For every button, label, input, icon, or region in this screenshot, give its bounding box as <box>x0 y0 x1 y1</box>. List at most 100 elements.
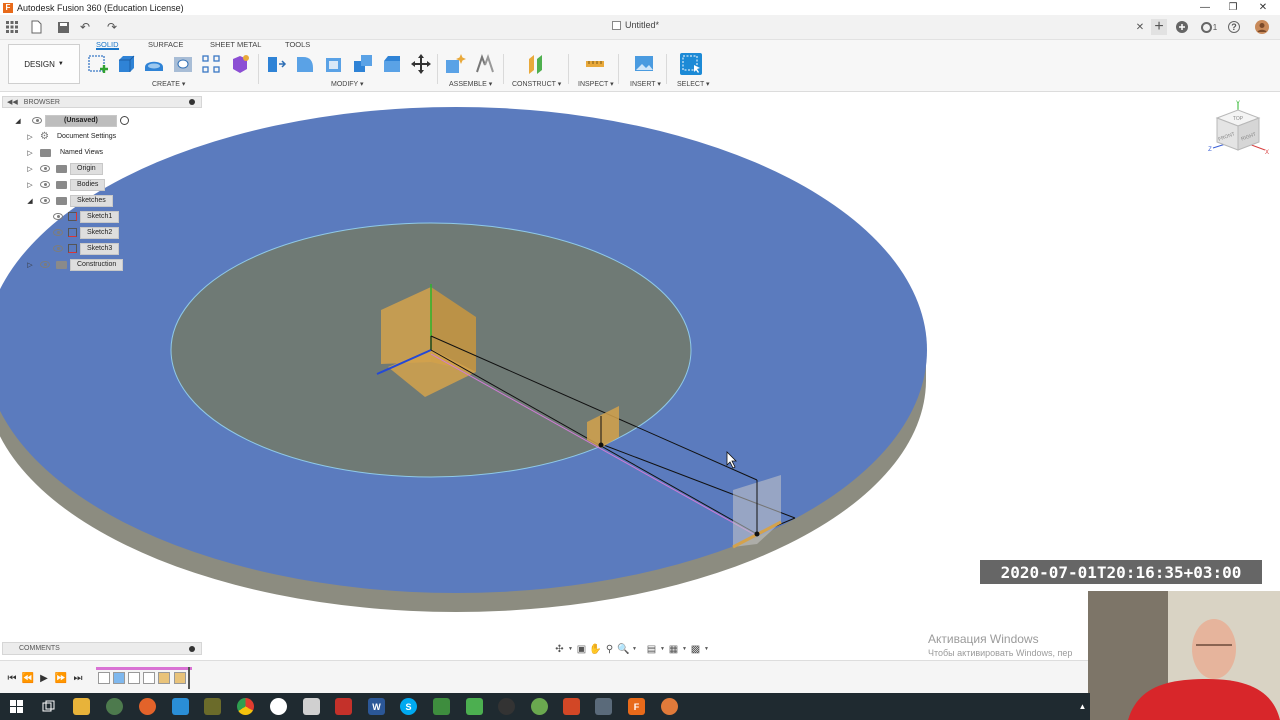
new-tab-button[interactable]: + <box>1151 18 1167 35</box>
chevron-down-icon[interactable]: ▼ <box>568 644 573 655</box>
user-avatar-icon[interactable] <box>1254 19 1270 35</box>
tab-surface[interactable]: SURFACE <box>148 40 183 50</box>
close-button[interactable]: ✕ <box>1248 0 1278 15</box>
calculator-icon[interactable] <box>303 698 320 715</box>
tab-tools[interactable]: TOOLS <box>285 40 310 50</box>
expand-triangle-icon[interactable]: ▷ <box>26 165 34 173</box>
tree-item-sketch3[interactable]: Sketch3 <box>50 242 120 255</box>
browser-header[interactable]: ◀◀ BROWSER <box>2 96 202 108</box>
display-settings-icon[interactable]: ▤ <box>646 644 657 655</box>
revolve-icon[interactable] <box>143 53 165 75</box>
press-pull-icon[interactable] <box>265 53 287 75</box>
pan-hand-icon[interactable]: ✋ <box>589 644 601 655</box>
tab-sheet-metal[interactable]: SHEET METAL <box>210 40 261 50</box>
help-icon[interactable]: ? <box>1228 21 1240 33</box>
collapse-triangle-icon[interactable]: ◢ <box>14 117 22 125</box>
tree-item-sketch2[interactable]: Sketch2 <box>50 226 120 239</box>
restore-button[interactable]: ❐ <box>1218 0 1248 15</box>
offset-plane-icon[interactable] <box>525 53 547 75</box>
select-menu[interactable]: SELECT ▾ <box>677 80 710 88</box>
tab-close-button[interactable]: ✕ <box>1132 19 1148 35</box>
fillet-icon[interactable] <box>294 53 316 75</box>
insert-menu[interactable]: INSERT ▾ <box>630 80 661 88</box>
data-panel-grid-icon[interactable] <box>4 19 20 35</box>
chrome-icon[interactable] <box>237 698 254 715</box>
chevron-down-icon[interactable]: ▼ <box>682 644 687 655</box>
visibility-eye-icon[interactable] <box>53 229 63 236</box>
construct-menu[interactable]: CONSTRUCT ▾ <box>512 80 561 88</box>
save-icon[interactable] <box>55 19 71 35</box>
move-copy-icon[interactable] <box>410 53 432 75</box>
app-globe-icon[interactable] <box>106 698 123 715</box>
extrude-icon[interactable] <box>115 53 137 75</box>
tab-solid[interactable]: SOLID <box>96 40 119 50</box>
go-to-start-icon[interactable]: ⏮ <box>6 672 18 684</box>
document-tab[interactable]: Untitled* <box>612 20 659 30</box>
visibility-eye-icon[interactable] <box>53 245 63 252</box>
timeline-plane-feature[interactable] <box>158 672 170 684</box>
tree-item-named-views[interactable]: ▷ Named Views <box>26 146 103 159</box>
grid-snaps-icon[interactable]: ▦ <box>668 644 679 655</box>
minimize-button[interactable]: — <box>1190 0 1220 15</box>
create-sketch-icon[interactable] <box>87 53 109 75</box>
tree-item-document-settings[interactable]: ▷ ⚙ Document Settings <box>26 130 116 143</box>
create-menu[interactable]: CREATE ▾ <box>152 80 185 88</box>
pattern-icon[interactable] <box>200 53 222 75</box>
app-globe2-icon[interactable] <box>531 698 548 715</box>
visibility-eye-icon[interactable] <box>40 165 50 172</box>
tree-item-sketches[interactable]: ◢ Sketches <box>26 194 113 207</box>
go-to-end-icon[interactable]: ⏭ <box>72 672 84 684</box>
file-menu-icon[interactable] <box>28 19 44 35</box>
tree-item-origin[interactable]: ▷ Origin <box>26 162 103 175</box>
task-view-icon[interactable] <box>40 698 57 715</box>
orbit-icon[interactable]: ✣ <box>554 644 565 655</box>
tree-item-construction[interactable]: ▷ Construction <box>26 258 124 271</box>
job-status-icon[interactable]: 1 <box>1198 19 1220 35</box>
step-back-icon[interactable]: ⏪ <box>22 672 34 684</box>
app-green-icon[interactable] <box>466 698 483 715</box>
inspect-menu[interactable]: INSPECT ▾ <box>578 80 614 88</box>
expand-triangle-icon[interactable]: ▷ <box>26 261 34 269</box>
tree-item-root[interactable]: ◢ (Unsaved) <box>14 114 129 127</box>
tree-item-bodies[interactable]: ▷ Bodies <box>26 178 106 191</box>
chevron-down-icon[interactable]: ▼ <box>704 644 709 655</box>
file-explorer-icon[interactable] <box>73 698 90 715</box>
timeline-sketch-feature[interactable] <box>143 672 155 684</box>
measure-icon[interactable] <box>584 53 606 75</box>
zoom-icon[interactable]: ⚲ <box>604 644 615 655</box>
joint-icon[interactable] <box>474 53 496 75</box>
app-window-icon[interactable] <box>595 698 612 715</box>
timeline-plane-feature[interactable] <box>174 672 186 684</box>
word-icon[interactable]: W <box>368 698 385 715</box>
collapse-panel-icon[interactable]: ◀◀ <box>7 98 18 106</box>
modify-menu[interactable]: MODIFY ▾ <box>331 80 364 88</box>
app-android-icon[interactable] <box>433 698 450 715</box>
app-media-icon[interactable] <box>270 698 287 715</box>
timeline-marker[interactable] <box>188 667 190 689</box>
step-forward-icon[interactable]: ⏩ <box>55 672 67 684</box>
redo-icon[interactable]: ↷ <box>104 19 120 35</box>
pdf-reader-icon[interactable] <box>335 698 352 715</box>
app-orange-icon[interactable] <box>661 698 678 715</box>
shell-icon[interactable] <box>323 53 345 75</box>
comments-panel[interactable]: COMMENTS <box>2 642 202 655</box>
look-at-icon[interactable]: ▣ <box>576 644 587 655</box>
hole-icon[interactable] <box>172 53 194 75</box>
app-pen-icon[interactable] <box>204 698 221 715</box>
pin-icon[interactable] <box>189 99 195 105</box>
timeline-sketch-feature[interactable] <box>128 672 140 684</box>
add-comment-icon[interactable] <box>189 645 195 652</box>
viewports-icon[interactable]: ▩ <box>690 644 701 655</box>
timeline-track[interactable] <box>96 667 194 689</box>
visibility-eye-icon[interactable] <box>40 261 50 268</box>
collapse-triangle-icon[interactable]: ◢ <box>26 197 34 205</box>
insert-image-icon[interactable] <box>633 53 655 75</box>
visibility-eye-icon[interactable] <box>53 213 63 220</box>
skype-icon[interactable]: S <box>400 698 417 715</box>
app-dark-icon[interactable] <box>498 698 515 715</box>
app-bird-icon[interactable] <box>172 698 189 715</box>
expand-triangle-icon[interactable]: ▷ <box>26 149 34 157</box>
fit-zoom-icon[interactable]: 🔍 <box>617 644 629 655</box>
powerpoint-icon[interactable] <box>563 698 580 715</box>
activate-radio-icon[interactable] <box>119 116 129 125</box>
